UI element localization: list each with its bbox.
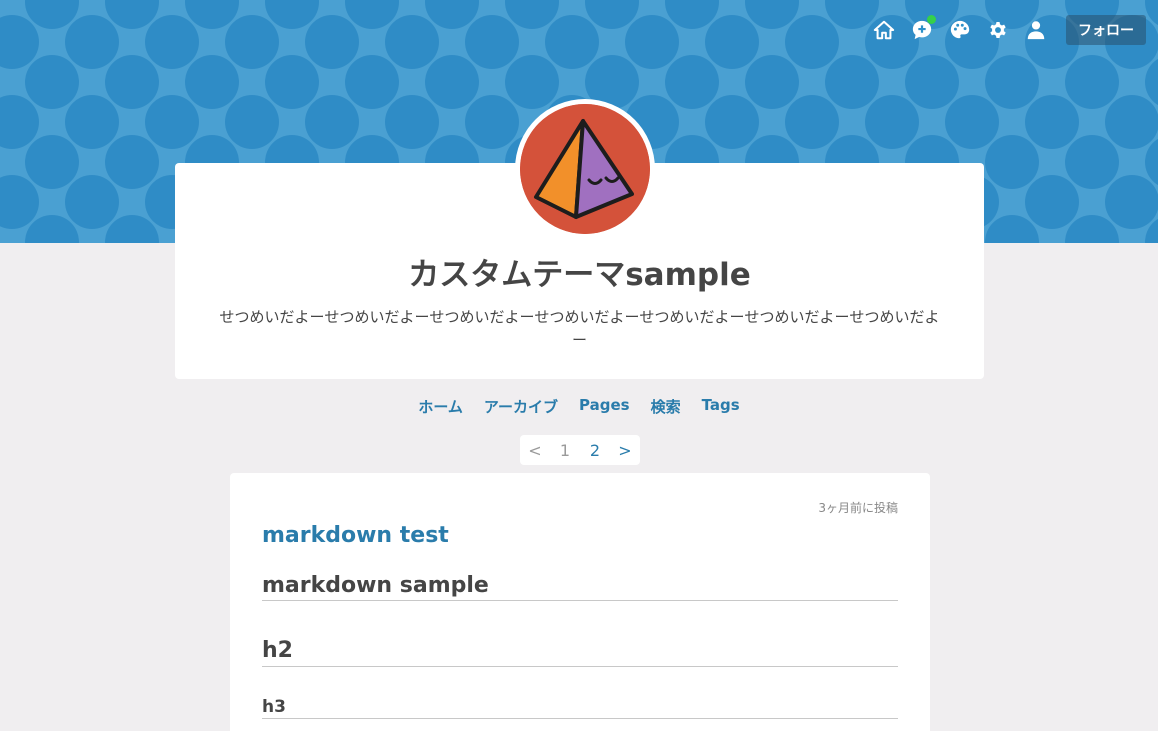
pager-page-2[interactable]: 2 bbox=[580, 441, 610, 460]
pyramid-logo-icon bbox=[520, 104, 650, 234]
pagination: < 1 2 > bbox=[520, 435, 640, 465]
heading-h3: h3 bbox=[262, 697, 898, 719]
heading-h2: h2 bbox=[262, 638, 898, 667]
nav-pages[interactable]: Pages bbox=[579, 396, 630, 417]
post-title[interactable]: markdown test bbox=[262, 523, 449, 548]
add-comment-icon[interactable] bbox=[910, 15, 936, 42]
top-nav: フォロー bbox=[872, 14, 1146, 46]
user-icon[interactable] bbox=[1024, 18, 1048, 42]
post-date[interactable]: 3ヶ月前に投稿 bbox=[818, 499, 898, 516]
main-nav: ホーム アーカイブ Pages 検索 Tags bbox=[0, 396, 1158, 417]
pager-page-1: 1 bbox=[559, 440, 571, 460]
heading-markdown-sample: markdown sample bbox=[262, 573, 898, 601]
pager-next[interactable]: > bbox=[610, 441, 640, 460]
blog-title[interactable]: カスタムテーマsample bbox=[175, 249, 984, 294]
palette-icon[interactable] bbox=[948, 18, 972, 42]
blog-description: せつめいだよーせつめいだよーせつめいだよーせつめいだよーせつめいだよーせつめいだ… bbox=[219, 308, 940, 349]
avatar[interactable] bbox=[515, 99, 655, 239]
home-icon[interactable] bbox=[872, 18, 896, 42]
nav-home[interactable]: ホーム bbox=[418, 396, 463, 417]
gear-icon[interactable] bbox=[986, 18, 1010, 42]
pager-prev: < bbox=[528, 440, 542, 460]
nav-tags[interactable]: Tags bbox=[702, 396, 740, 417]
nav-search[interactable]: 検索 bbox=[651, 396, 681, 417]
notification-dot bbox=[927, 15, 936, 24]
follow-button[interactable]: フォロー bbox=[1066, 15, 1146, 45]
article-card: 3ヶ月前に投稿 markdown test markdown sample h2… bbox=[230, 473, 930, 731]
nav-archive[interactable]: アーカイブ bbox=[484, 396, 558, 417]
